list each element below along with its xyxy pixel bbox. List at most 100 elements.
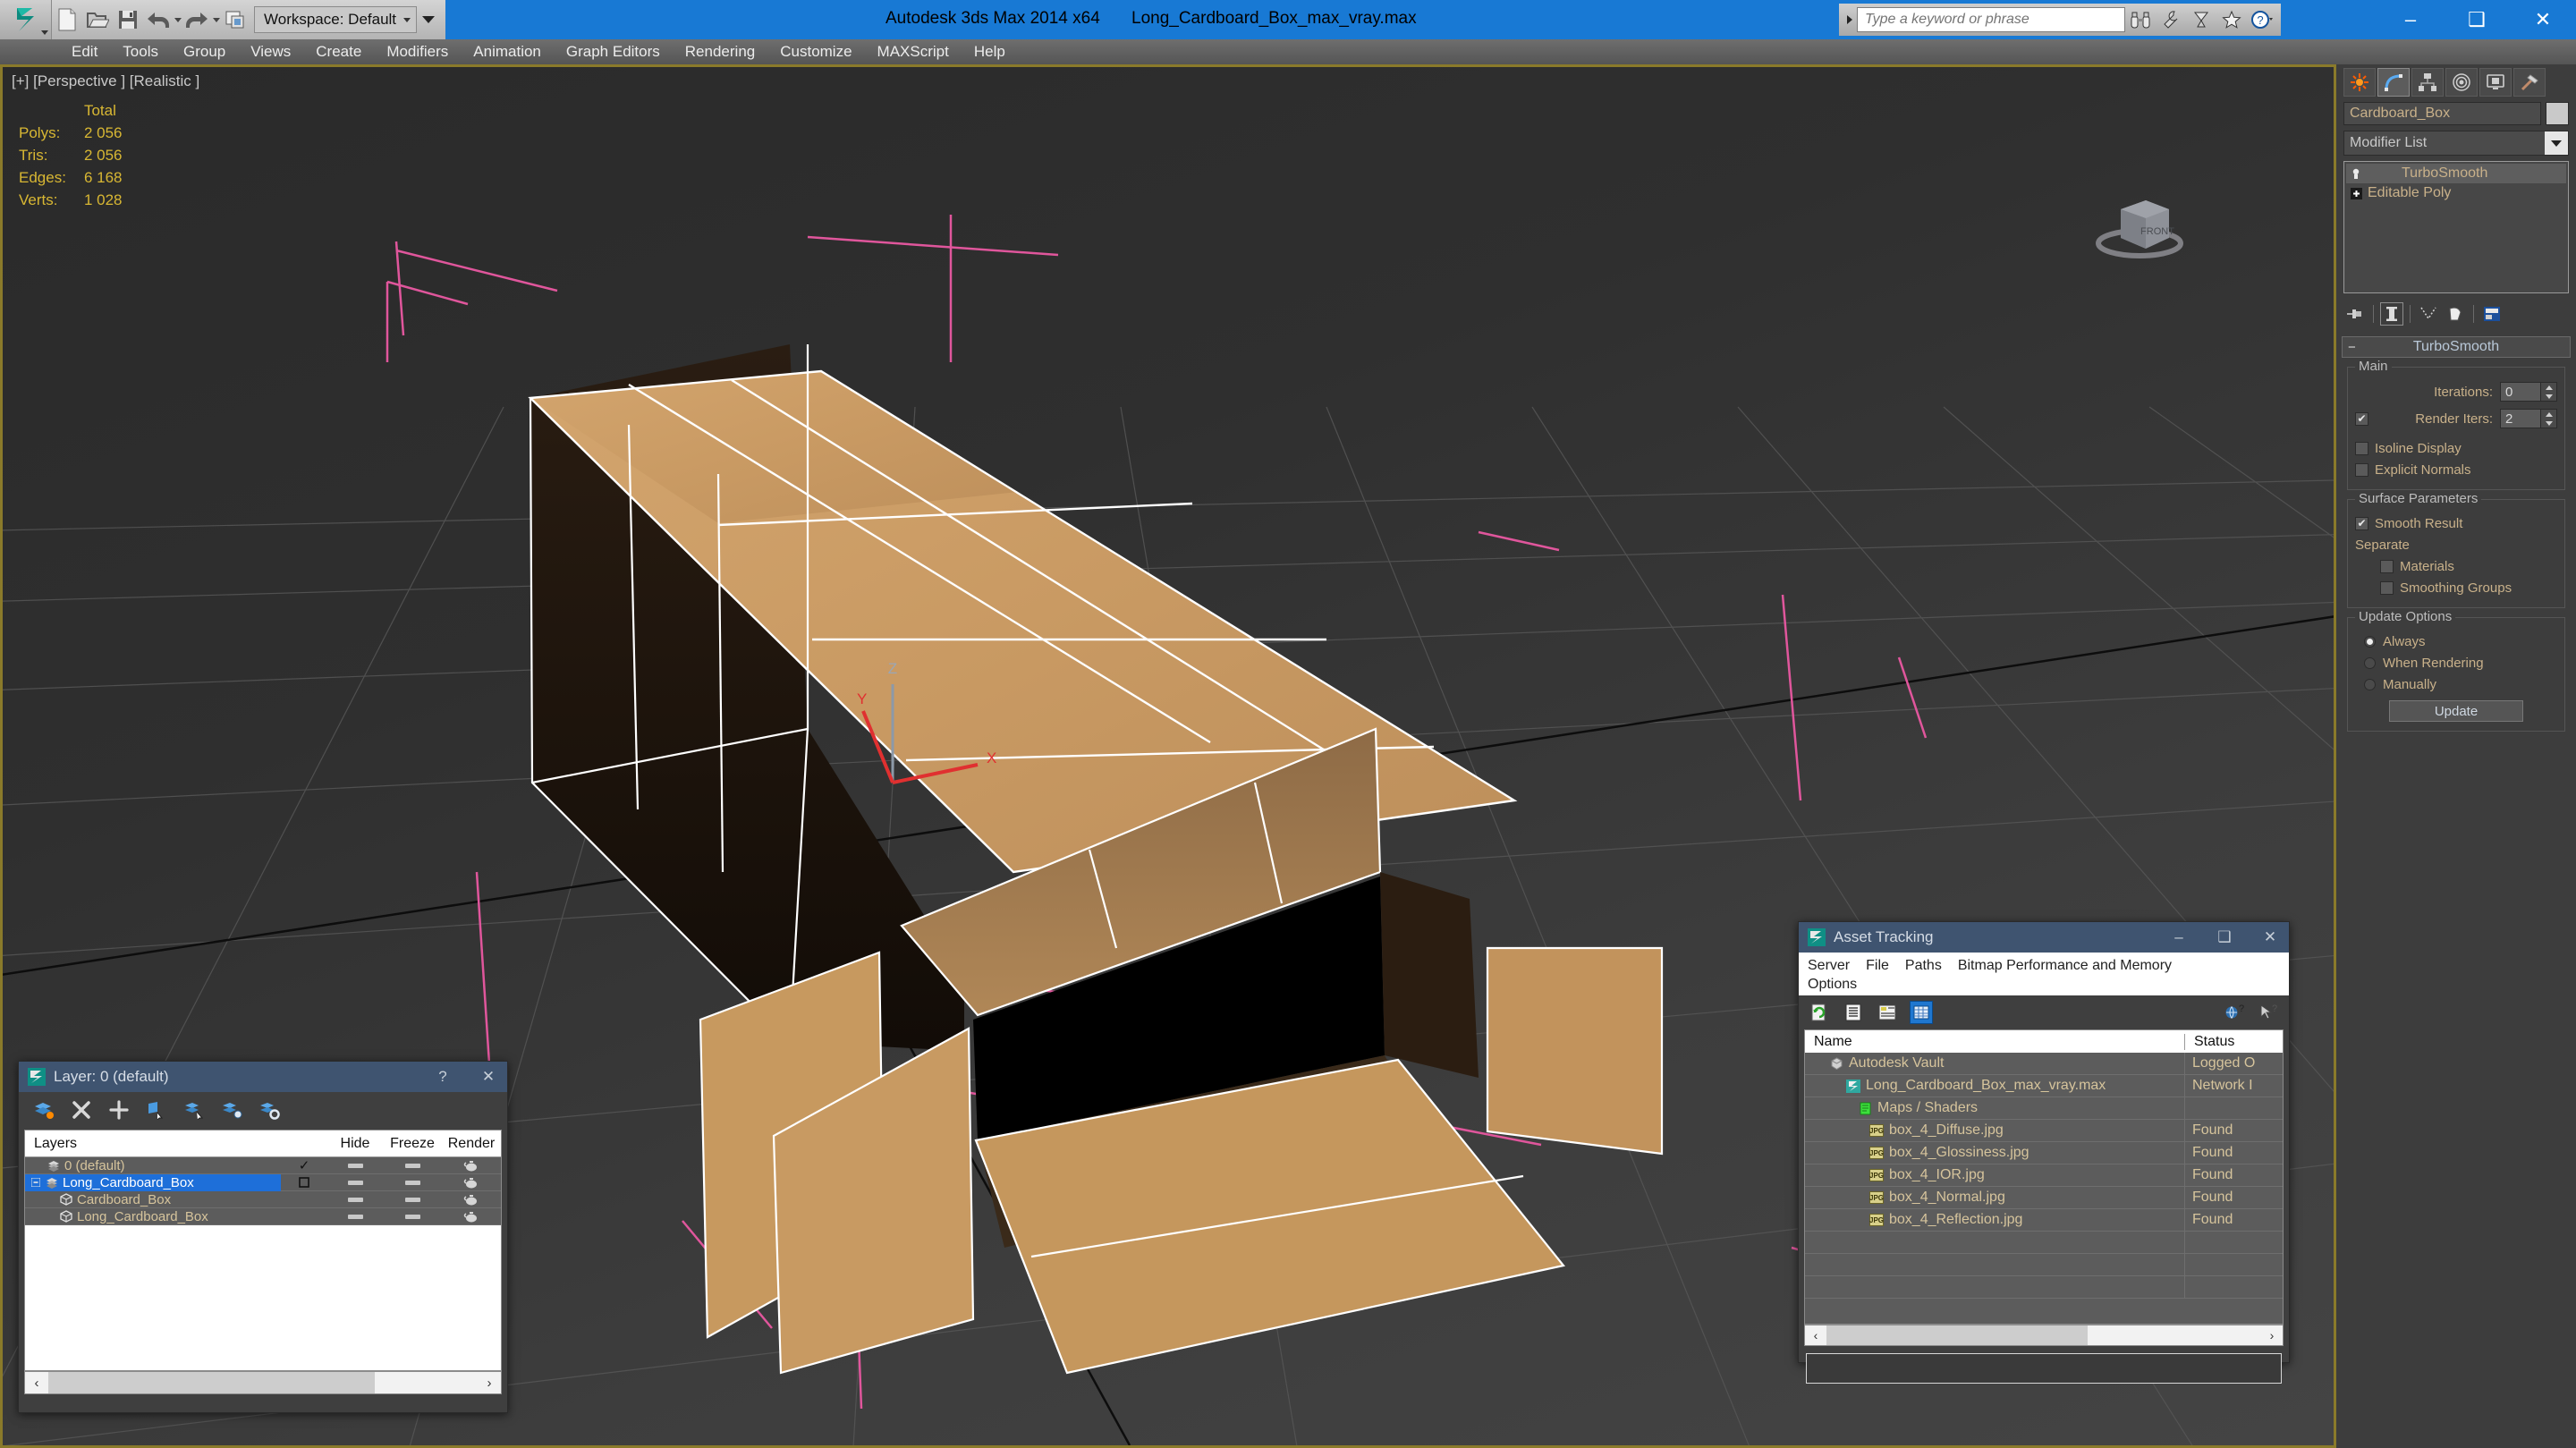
asset-list[interactable]: Name Status Autodesk Vault Logged O Long… bbox=[1804, 1029, 2284, 1325]
asset-maximize-button[interactable]: ❑ bbox=[2206, 922, 2243, 953]
hide-toggle[interactable] bbox=[327, 1214, 383, 1219]
scroll-track[interactable] bbox=[48, 1372, 478, 1393]
hide-toggle[interactable] bbox=[327, 1197, 383, 1202]
isoline-display-checkbox[interactable] bbox=[2355, 441, 2368, 455]
rollout-header[interactable]: − TurboSmooth bbox=[2342, 336, 2571, 358]
remove-modifier-icon[interactable] bbox=[2444, 302, 2467, 326]
modifier-list-dropdown[interactable]: Modifier List bbox=[2343, 131, 2569, 156]
create-tab[interactable] bbox=[2343, 68, 2376, 97]
menu-item-modifiers[interactable]: Modifiers bbox=[374, 43, 461, 61]
plus-box-icon[interactable] bbox=[2350, 187, 2362, 199]
stack-item-turbosmooth[interactable]: TurboSmooth bbox=[2346, 164, 2566, 183]
smooth-result-checkbox[interactable] bbox=[2355, 516, 2368, 530]
iterations-input[interactable] bbox=[2500, 382, 2541, 402]
asset-row-empty[interactable] bbox=[1805, 1231, 2283, 1254]
minimize-button[interactable]: – bbox=[2377, 0, 2444, 39]
save-icon[interactable] bbox=[113, 2, 143, 38]
render-toggle[interactable] bbox=[442, 1210, 501, 1223]
asset-row-empty[interactable] bbox=[1805, 1275, 2283, 1299]
iterations-stepper[interactable] bbox=[2500, 382, 2557, 402]
radio-always[interactable] bbox=[2364, 635, 2376, 648]
smooth-result-row[interactable]: Smooth Result bbox=[2355, 512, 2557, 534]
show-end-result-icon[interactable] bbox=[2380, 302, 2403, 326]
update-button[interactable]: Update bbox=[2389, 700, 2523, 722]
asset-row-empty[interactable] bbox=[1805, 1253, 2283, 1276]
menu-item-customize[interactable]: Customize bbox=[767, 43, 864, 61]
render-iters-stepper[interactable] bbox=[2500, 409, 2557, 428]
spinner-arrows-icon[interactable] bbox=[2541, 409, 2557, 428]
menu-item-graph-editors[interactable]: Graph Editors bbox=[554, 43, 673, 61]
freeze-toggle[interactable] bbox=[383, 1214, 442, 1219]
redo-dropdown-icon[interactable] bbox=[212, 2, 220, 38]
layer-dialog[interactable]: Layer: 0 (default) ? ✕ Layers Hide Freez… bbox=[18, 1061, 508, 1413]
menu-item-tools[interactable]: Tools bbox=[110, 43, 171, 61]
help-arrow-icon[interactable]: ? bbox=[2257, 1001, 2280, 1024]
layer-row-long-cardboard-box-object[interactable]: Long_Cardboard_Box bbox=[25, 1208, 501, 1225]
menu-item-create[interactable]: Create bbox=[303, 43, 374, 61]
object-color-swatch[interactable] bbox=[2546, 102, 2569, 125]
menu-item-maxscript[interactable]: MAXScript bbox=[865, 43, 962, 61]
chevron-down-icon[interactable] bbox=[2545, 131, 2568, 155]
select-highlighted-icon[interactable] bbox=[182, 1097, 207, 1122]
freeze-toggle[interactable] bbox=[383, 1197, 442, 1202]
menu-bitmap-performance[interactable]: Bitmap Performance and Memory bbox=[1958, 956, 2172, 975]
menu-file[interactable]: File bbox=[1866, 956, 1889, 975]
asset-close-button[interactable]: ✕ bbox=[2251, 922, 2289, 953]
layer-row-long-cardboard-box[interactable]: Long_Cardboard_Box bbox=[25, 1173, 501, 1191]
materials-row[interactable]: Materials bbox=[2355, 555, 2557, 577]
menu-item-animation[interactable]: Animation bbox=[461, 43, 554, 61]
spinner-arrows-icon[interactable] bbox=[2541, 382, 2557, 402]
view-cube[interactable]: FRONT bbox=[2083, 179, 2199, 277]
list-view-icon[interactable] bbox=[1842, 1001, 1865, 1024]
menu-item-help[interactable]: Help bbox=[962, 43, 1018, 61]
undo-dropdown-icon[interactable] bbox=[174, 2, 182, 38]
scroll-right-arrow-icon[interactable]: › bbox=[2261, 1328, 2283, 1342]
close-button[interactable]: ✕ bbox=[2510, 0, 2576, 39]
delete-layer-icon[interactable] bbox=[69, 1097, 94, 1122]
render-toggle[interactable] bbox=[442, 1159, 501, 1172]
utilities-tab[interactable] bbox=[2513, 68, 2546, 97]
app-logo-button[interactable] bbox=[0, 0, 52, 39]
isoline-display-row[interactable]: Isoline Display bbox=[2355, 437, 2557, 459]
current-layer-check-icon[interactable]: ✓ bbox=[281, 1157, 327, 1173]
wrench-icon[interactable] bbox=[2156, 6, 2186, 33]
maximize-button[interactable]: ❑ bbox=[2444, 0, 2510, 39]
refresh-icon[interactable] bbox=[1808, 1001, 1831, 1024]
asset-row[interactable]: Maps / Shaders bbox=[1805, 1097, 2283, 1120]
compass-icon[interactable] bbox=[2186, 6, 2216, 33]
star-icon[interactable] bbox=[2216, 6, 2247, 33]
scroll-right-arrow-icon[interactable]: › bbox=[478, 1376, 501, 1391]
radio-manually[interactable] bbox=[2364, 678, 2376, 690]
configure-sets-icon[interactable] bbox=[2480, 302, 2504, 326]
asset-row[interactable]: JPG box_4_Reflection.jpg Found bbox=[1805, 1208, 2283, 1232]
menu-item-views[interactable]: Views bbox=[238, 43, 303, 61]
scroll-thumb[interactable] bbox=[48, 1372, 375, 1393]
select-objects-icon[interactable] bbox=[144, 1097, 169, 1122]
current-layer-box-icon[interactable] bbox=[281, 1177, 327, 1188]
open-icon[interactable] bbox=[82, 2, 113, 38]
stack-item-editable-poly[interactable]: Editable Poly bbox=[2346, 183, 2566, 203]
search-expand-icon[interactable] bbox=[1843, 6, 1857, 33]
scroll-left-arrow-icon[interactable]: ‹ bbox=[1805, 1328, 1826, 1342]
update-option-manually[interactable]: Manually bbox=[2355, 673, 2557, 695]
viewport-label[interactable]: [+] [Perspective ] [Realistic ] bbox=[12, 72, 199, 90]
menu-options[interactable]: Options bbox=[1808, 975, 1857, 994]
render-iters-checkbox[interactable] bbox=[2355, 411, 2368, 426]
asset-row[interactable]: JPG box_4_Diffuse.jpg Found bbox=[1805, 1119, 2283, 1142]
layer-list[interactable]: Layers Hide Freeze Render 0 (default) ✓ bbox=[24, 1130, 502, 1371]
workspace-dropdown-button[interactable] bbox=[417, 2, 440, 38]
menu-server[interactable]: Server bbox=[1808, 956, 1850, 975]
radio-when-rendering[interactable] bbox=[2364, 656, 2376, 669]
help-icon[interactable]: ? bbox=[2247, 6, 2277, 33]
menu-item-group[interactable]: Group bbox=[171, 43, 238, 61]
asset-tracking-titlebar[interactable]: Asset Tracking – ❑ ✕ bbox=[1799, 922, 2289, 953]
update-option-always[interactable]: Always bbox=[2355, 631, 2557, 652]
materials-checkbox[interactable] bbox=[2380, 559, 2394, 573]
asset-row[interactable]: Long_Cardboard_Box_max_vray.max Network … bbox=[1805, 1074, 2283, 1097]
render-toggle[interactable] bbox=[442, 1176, 501, 1189]
asset-row[interactable]: JPG box_4_IOR.jpg Found bbox=[1805, 1164, 2283, 1187]
add-layer-icon[interactable] bbox=[106, 1097, 131, 1122]
asset-tracking-dialog[interactable]: Asset Tracking – ❑ ✕ Server File Paths B… bbox=[1798, 921, 2290, 1384]
menu-item-rendering[interactable]: Rendering bbox=[673, 43, 767, 61]
display-tab[interactable] bbox=[2479, 68, 2512, 97]
